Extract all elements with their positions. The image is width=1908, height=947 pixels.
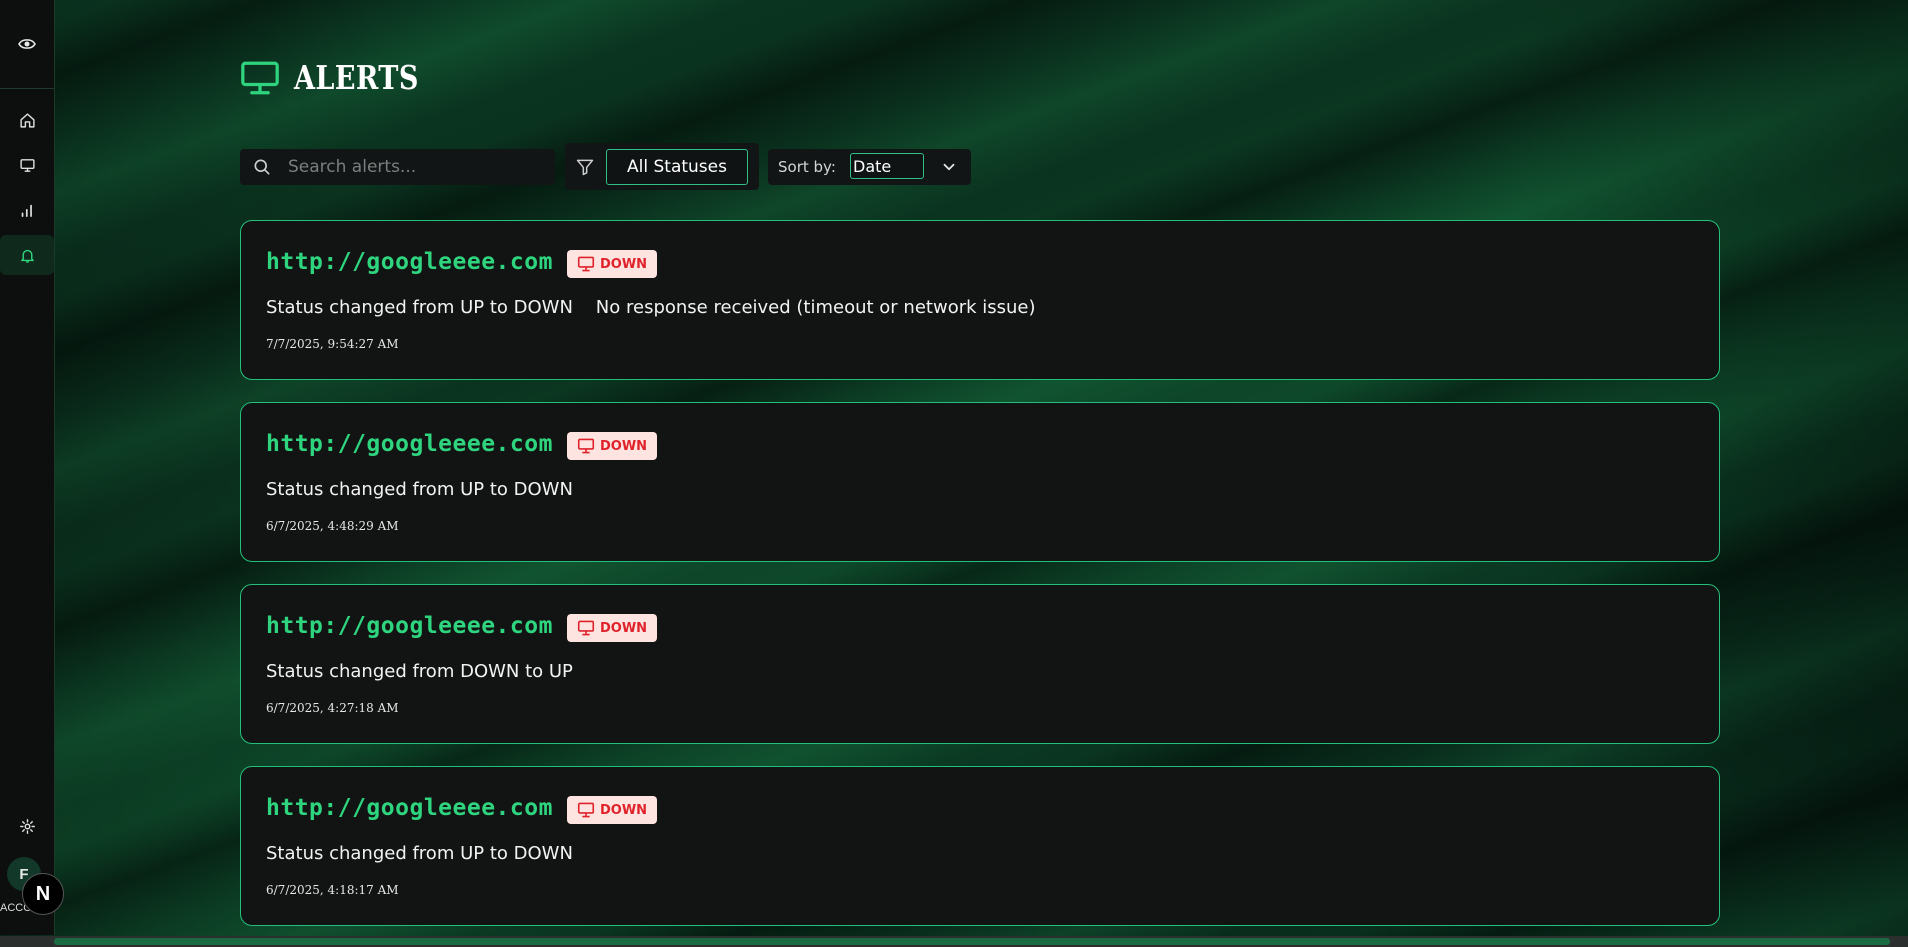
bell-icon (20, 249, 34, 263)
status-filter-select[interactable]: All Statuses (606, 149, 748, 185)
monitor-icon (241, 61, 279, 94)
monitor-icon (19, 158, 35, 172)
filter-icon (576, 159, 594, 176)
sidebar: F ACCOUNT (0, 0, 55, 935)
sidebar-divider (0, 88, 54, 89)
status-badge: DOWN (567, 614, 658, 642)
alert-message: Status changed from UP to DOWN (266, 843, 573, 864)
search-input[interactable] (286, 156, 550, 178)
alerts-list: http://googleeee.com DOWN Status changed… (240, 220, 1720, 947)
alert-card[interactable]: http://googleeee.com DOWN Status changed… (240, 402, 1720, 562)
sidebar-item-settings[interactable] (0, 806, 54, 846)
sidebar-item-home[interactable] (0, 100, 54, 140)
horizontal-scrollbar[interactable] (0, 936, 1908, 947)
status-badge: DOWN (567, 250, 658, 278)
scrollbar-thumb[interactable] (54, 938, 1890, 945)
status-badge-label: DOWN (600, 802, 648, 818)
sort-select[interactable]: Date (850, 153, 924, 179)
alert-message: Status changed from UP to DOWN No respon… (266, 297, 1036, 318)
monitor-icon (577, 620, 595, 636)
alert-url[interactable]: http://googleeee.com (266, 431, 553, 457)
alert-url[interactable]: http://googleeee.com (266, 249, 553, 275)
sort-control: Sort by: Date (768, 149, 971, 185)
status-badge-label: DOWN (600, 620, 648, 636)
next-dev-badge[interactable]: N (22, 873, 64, 915)
search-box (240, 149, 555, 185)
sidebar-item-alerts[interactable] (0, 235, 54, 275)
status-badge-label: DOWN (600, 438, 648, 454)
alert-message: Status changed from DOWN to UP (266, 661, 573, 682)
page-title: ALERTS (294, 58, 419, 97)
chevron-down-icon[interactable] (940, 158, 958, 176)
alert-timestamp: 7/7/2025, 9:54:27 AM (266, 337, 399, 351)
sidebar-item-monitors[interactable] (0, 145, 54, 185)
alert-url[interactable]: http://googleeee.com (266, 613, 553, 639)
alert-timestamp: 6/7/2025, 4:48:29 AM (266, 519, 399, 533)
monitor-icon (577, 256, 595, 272)
search-icon (254, 159, 270, 175)
alert-message: Status changed from UP to DOWN (266, 479, 573, 500)
sort-label: Sort by: (778, 158, 836, 176)
home-icon (19, 112, 35, 128)
gear-icon (19, 818, 35, 834)
monitor-icon (577, 802, 595, 818)
alert-card[interactable]: http://googleeee.com DOWN Status changed… (240, 584, 1720, 744)
page-header: ALERTS (240, 58, 446, 97)
monitor-icon (577, 438, 595, 454)
eye-logo-icon[interactable] (13, 30, 41, 58)
status-filter: All Statuses (565, 143, 759, 190)
status-badge: DOWN (567, 796, 658, 824)
sidebar-item-analytics[interactable] (0, 190, 54, 230)
alert-timestamp: 6/7/2025, 4:27:18 AM (266, 701, 399, 715)
alert-card[interactable]: http://googleeee.com DOWN Status changed… (240, 766, 1720, 926)
status-badge-label: DOWN (600, 256, 648, 272)
alert-url[interactable]: http://googleeee.com (266, 795, 553, 821)
alert-timestamp: 6/7/2025, 4:18:17 AM (266, 883, 399, 897)
bar-chart-icon (21, 204, 32, 217)
alert-card[interactable]: http://googleeee.com DOWN Status changed… (240, 220, 1720, 380)
status-badge: DOWN (567, 432, 658, 460)
